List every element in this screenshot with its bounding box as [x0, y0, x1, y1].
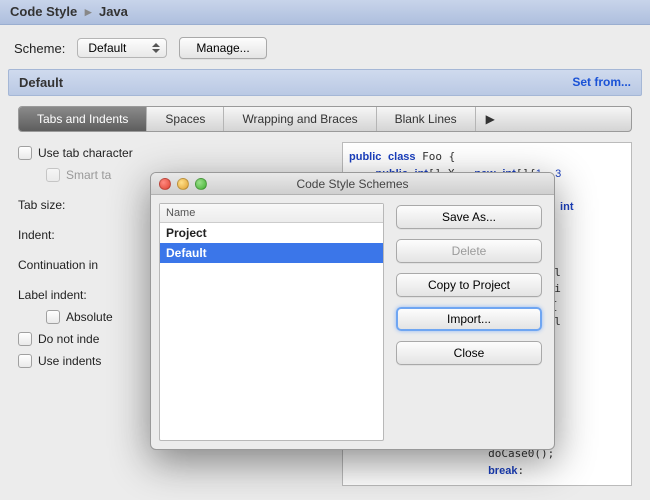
section-bar: Default Set from...: [8, 69, 642, 96]
list-item-project[interactable]: Project: [160, 223, 383, 243]
list-header-name: Name: [160, 204, 383, 223]
tab-spaces[interactable]: Spaces: [147, 107, 224, 131]
delete-button: Delete: [396, 239, 542, 263]
tabs: Tabs and Indents Spaces Wrapping and Bra…: [18, 106, 632, 132]
copy-to-project-button[interactable]: Copy to Project: [396, 273, 542, 297]
set-from-link[interactable]: Set from...: [572, 75, 631, 90]
section-title: Default: [19, 75, 63, 90]
absolute-label: Absolute: [66, 310, 113, 324]
use-tab-label: Use tab character: [38, 146, 133, 160]
use-indents-checkbox[interactable]: [18, 354, 32, 368]
smart-tabs-checkbox: [46, 168, 60, 182]
use-indents-label: Use indents: [38, 354, 101, 368]
import-button[interactable]: Import...: [396, 307, 542, 331]
smart-tabs-label: Smart ta: [66, 168, 111, 182]
scheme-list[interactable]: Name Project Default: [159, 203, 384, 441]
scheme-label: Scheme:: [14, 41, 65, 56]
dialog-title: Code Style Schemes: [151, 177, 554, 191]
manage-button[interactable]: Manage...: [179, 37, 266, 59]
breadcrumb: Code Style ▸ Java: [0, 0, 650, 25]
absolute-checkbox[interactable]: [46, 310, 60, 324]
tab-wrapping[interactable]: Wrapping and Braces: [224, 107, 376, 131]
list-item-default[interactable]: Default: [160, 243, 383, 263]
indent-label: Indent:: [18, 228, 55, 242]
scheme-select[interactable]: Default: [77, 38, 167, 58]
breadcrumb-separator-icon: ▸: [85, 4, 92, 19]
use-tab-checkbox[interactable]: [18, 146, 32, 160]
continuation-indent-label: Continuation in: [18, 258, 98, 272]
label-indent-label: Label indent:: [18, 288, 87, 302]
scheme-row: Scheme: Default Manage...: [0, 25, 650, 69]
dialog-buttons: Save As... Delete Copy to Project Import…: [384, 195, 554, 449]
dialog-titlebar[interactable]: Code Style Schemes: [151, 173, 554, 195]
breadcrumb-java: Java: [99, 4, 128, 19]
code-style-schemes-dialog: Code Style Schemes Name Project Default …: [150, 172, 555, 450]
do-not-indent-checkbox[interactable]: [18, 332, 32, 346]
tab-size-label: Tab size:: [18, 198, 65, 212]
save-as-button[interactable]: Save As...: [396, 205, 542, 229]
do-not-indent-label: Do not inde: [38, 332, 99, 346]
tab-tabs-and-indents[interactable]: Tabs and Indents: [19, 107, 147, 131]
close-button[interactable]: Close: [396, 341, 542, 365]
breadcrumb-codestyle[interactable]: Code Style: [10, 4, 77, 19]
tab-blank-lines[interactable]: Blank Lines: [377, 107, 476, 131]
tabs-overflow-icon[interactable]: ▶: [476, 107, 505, 131]
